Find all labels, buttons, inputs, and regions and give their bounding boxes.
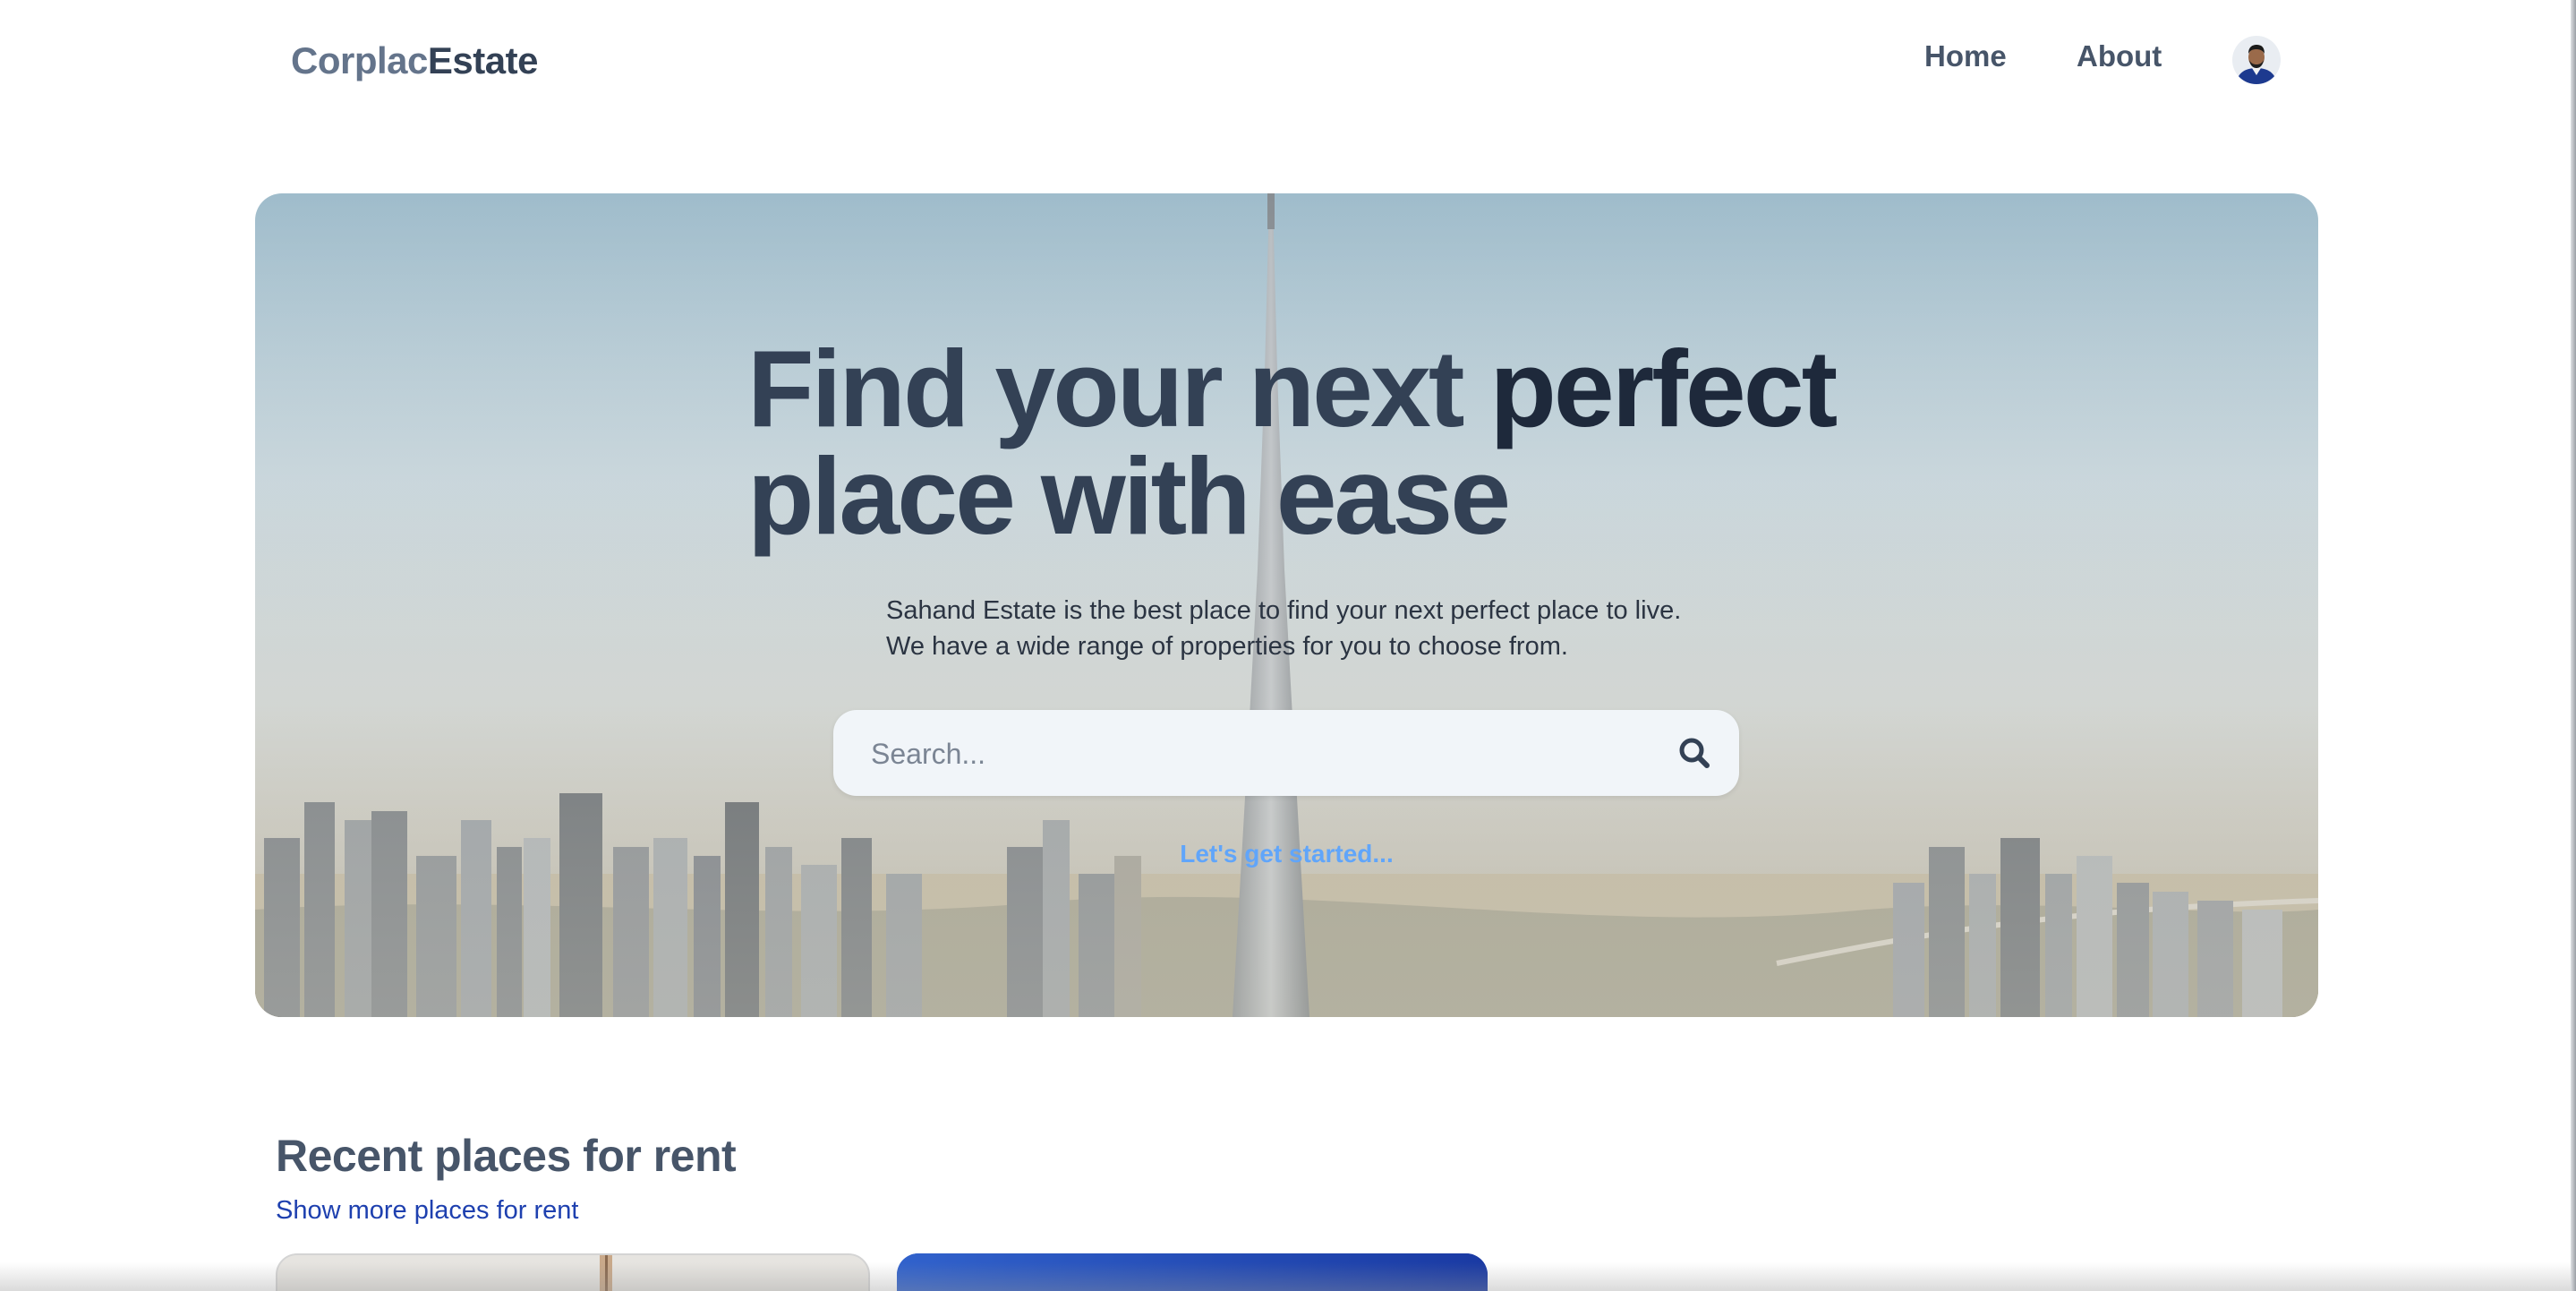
hero-description-line-2: We have a wide range of properties for y… xyxy=(886,632,1568,661)
nav-about-link[interactable]: About xyxy=(2077,39,2162,73)
user-avatar[interactable] xyxy=(2232,36,2281,84)
show-more-rent-link[interactable]: Show more places for rent xyxy=(276,1196,578,1226)
hero-banner: Find your next perfect place with ease S… xyxy=(255,193,2318,1017)
nav-home-link[interactable]: Home xyxy=(1924,39,2007,73)
logo-part-1: Corplac xyxy=(291,39,428,81)
get-started-link[interactable]: Let's get started... xyxy=(255,840,2318,868)
recent-rent-title: Recent places for rent xyxy=(276,1131,737,1181)
listing-card[interactable] xyxy=(276,1253,870,1291)
search-button[interactable] xyxy=(1675,733,1714,773)
page: CorplacEstate Home About Find your next … xyxy=(0,0,2576,1291)
listing-image xyxy=(277,1255,868,1291)
listing-image xyxy=(897,1253,1488,1291)
site-logo[interactable]: CorplacEstate xyxy=(291,36,538,86)
hero-title: Find your next perfect place with ease xyxy=(747,334,2000,551)
hero-title-part-2: perfect xyxy=(1489,328,1838,449)
search-form xyxy=(833,710,1739,796)
hero-description-line-1: Sahand Estate is the best place to find … xyxy=(886,596,1682,625)
avatar-icon xyxy=(2232,36,2281,84)
hero-title-line-2: place with ease xyxy=(747,435,1511,557)
search-input[interactable] xyxy=(869,730,1660,778)
search-icon xyxy=(1679,738,1710,768)
listing-card[interactable] xyxy=(897,1253,1488,1291)
hero-description: Sahand Estate is the best place to find … xyxy=(886,593,1781,664)
logo-part-2: Estate xyxy=(427,39,539,81)
window-edge xyxy=(2571,0,2576,1291)
hero-title-part-1: Find your next xyxy=(747,328,1464,449)
